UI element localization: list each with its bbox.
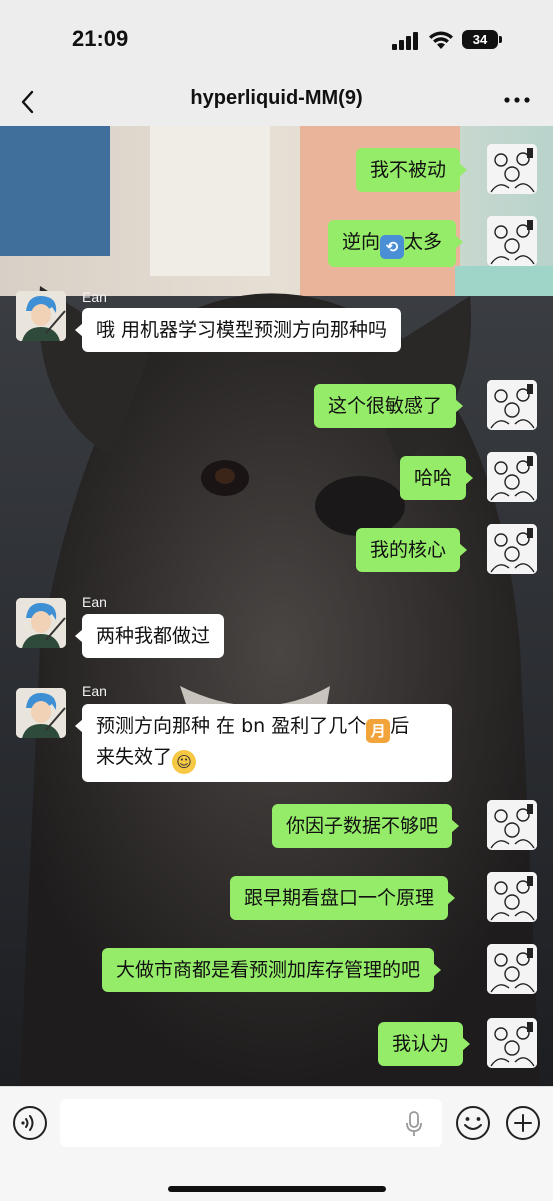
emoji-icon[interactable]	[455, 1105, 491, 1141]
outgoing-message[interactable]: 我不被动	[356, 148, 468, 192]
home-indicator	[168, 1186, 386, 1192]
message-text: 我的核心	[370, 539, 447, 561]
message-text: 我不被动	[370, 159, 447, 181]
sender-name: Ean	[82, 289, 107, 305]
add-more-icon[interactable]	[505, 1105, 541, 1141]
outgoing-message[interactable]: 我的核心	[356, 528, 468, 572]
my-avatar[interactable]	[487, 800, 537, 850]
message-text: 我认为	[392, 1033, 450, 1055]
my-avatar[interactable]	[487, 380, 537, 430]
battery-indicator: 34	[462, 30, 502, 49]
outgoing-message[interactable]: 这个很敏感了	[314, 384, 464, 428]
incoming-message[interactable]: 哦 用机器学习模型预测方向那种吗	[74, 308, 402, 352]
outgoing-message[interactable]: 大做市商都是看预测加库存管理的吧	[102, 948, 442, 992]
message-text: 太多	[404, 231, 443, 253]
sender-name: Ean	[82, 594, 107, 610]
message-text: 这个很敏感了	[328, 395, 443, 417]
my-avatar[interactable]	[487, 452, 537, 502]
outgoing-message[interactable]: 我认为	[378, 1022, 471, 1066]
my-avatar[interactable]	[487, 872, 537, 922]
chat-message-list[interactable]: 我不被动 逆向 ⟲ 太多 Ean 哦 用机器学习模型预测方向那种吗 这个很敏感了…	[0, 126, 553, 1086]
message-text-field[interactable]	[60, 1099, 442, 1147]
message-text: 你因子数据不够吧	[286, 815, 439, 837]
message-text: 逆向	[342, 231, 381, 253]
message-text: 哈哈	[414, 467, 453, 489]
message-text: 大做市商都是看预测加库存管理的吧	[116, 959, 421, 981]
wifi-icon	[429, 31, 453, 49]
voice-message-icon[interactable]	[12, 1105, 48, 1141]
message-text: 预测方向那种 在 bn 盈利了几个	[96, 715, 367, 737]
outgoing-message[interactable]: 你因子数据不够吧	[272, 804, 460, 848]
message-input-bar	[0, 1086, 553, 1201]
message-text: 两种我都做过	[96, 625, 211, 647]
message-text: 哦 用机器学习模型预测方向那种吗	[96, 319, 388, 341]
sender-avatar[interactable]	[16, 598, 66, 648]
my-avatar[interactable]	[487, 944, 537, 994]
more-options-icon[interactable]	[503, 90, 531, 110]
moon-month-emoji-icon: 月	[366, 719, 391, 743]
message-text: 跟早期看盘口一个原理	[244, 887, 435, 909]
my-avatar[interactable]	[487, 524, 537, 574]
incoming-message[interactable]: 预测方向那种 在 bn 盈利了几个月后 来失效了 ☺	[75, 704, 452, 782]
reverse-arrows-emoji-icon: ⟲	[380, 235, 405, 259]
status-time: 21:09	[72, 26, 129, 51]
message-text: 来失效了	[96, 746, 173, 768]
sender-name: Ean	[82, 683, 107, 699]
cellular-signal-icon	[392, 32, 418, 50]
sender-avatar[interactable]	[16, 688, 66, 738]
incoming-message[interactable]: 两种我都做过	[74, 614, 225, 658]
status-bar: 21:09 34	[0, 0, 553, 78]
chat-header: hyperliquid-MM(9)	[0, 78, 553, 126]
my-avatar[interactable]	[487, 1018, 537, 1068]
outgoing-message[interactable]: 跟早期看盘口一个原理	[230, 876, 456, 920]
outgoing-message[interactable]: 哈哈	[400, 456, 474, 500]
microphone-icon[interactable]	[404, 1110, 424, 1138]
outgoing-message[interactable]: 逆向 ⟲ 太多	[328, 220, 464, 267]
my-avatar[interactable]	[487, 216, 537, 266]
chat-title[interactable]: hyperliquid-MM(9)	[0, 87, 553, 110]
my-avatar[interactable]	[487, 144, 537, 194]
sender-avatar[interactable]	[16, 291, 66, 341]
message-text: 后	[390, 715, 410, 737]
laughing-tears-emoji-icon: ☺	[172, 750, 197, 774]
